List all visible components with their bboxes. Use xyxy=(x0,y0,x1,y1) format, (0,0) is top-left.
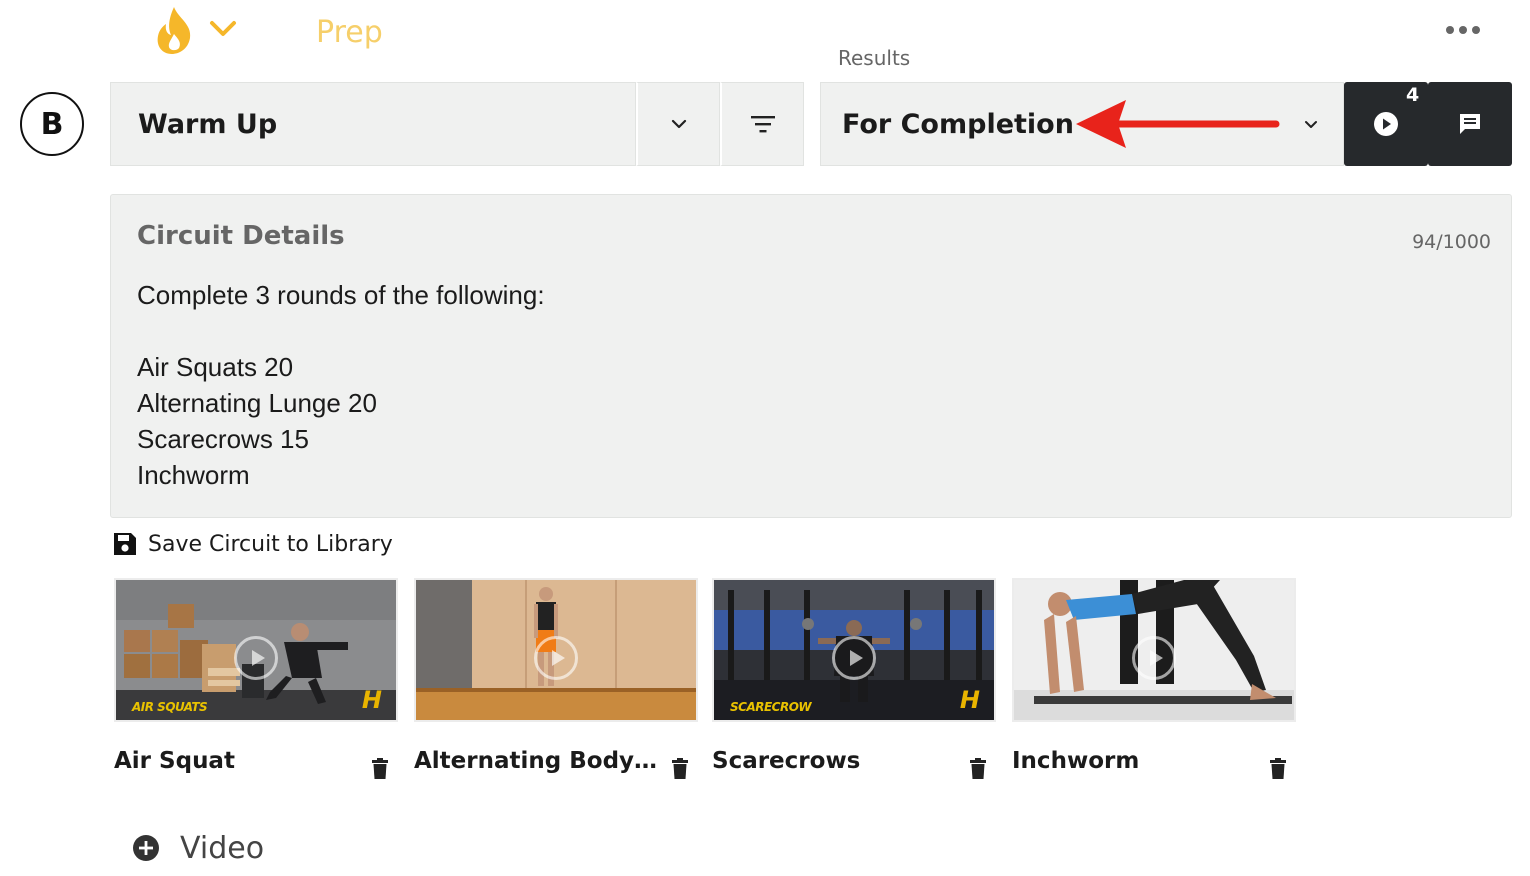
circuit-type-select[interactable]: Warm Up xyxy=(110,82,636,166)
save-circuit-to-library-button[interactable]: Save Circuit to Library xyxy=(112,526,393,562)
annotation-arrow-icon xyxy=(1076,100,1280,148)
more-options-icon[interactable] xyxy=(1446,18,1484,42)
trash-icon[interactable] xyxy=(970,758,986,780)
thumbnail-caption: SCARECROW xyxy=(730,700,812,714)
video-card: AIR SQUATS H Air Squat xyxy=(114,578,398,779)
results-label: Results xyxy=(838,46,911,70)
trash-icon[interactable] xyxy=(1270,758,1286,780)
circuit-details-panel[interactable]: Circuit Details 94/1000 Complete 3 round… xyxy=(110,194,1512,518)
video-title: Air Squat xyxy=(114,748,235,774)
filter-button[interactable] xyxy=(720,82,804,166)
play-icon xyxy=(1132,636,1176,680)
media-count-badge: 4 xyxy=(1406,84,1420,106)
video-title: Inchworm xyxy=(1012,748,1140,774)
add-video-label: Video xyxy=(180,830,265,866)
trash-icon[interactable] xyxy=(672,758,688,780)
plus-circle-icon xyxy=(133,835,159,861)
video-thumbnail[interactable] xyxy=(414,578,698,722)
video-thumbnail[interactable]: SCARECROW H xyxy=(712,578,996,722)
chevron-down-icon xyxy=(671,119,686,129)
circuit-details-text[interactable]: Complete 3 rounds of the following: Air … xyxy=(137,277,1437,493)
avatar-initial: B xyxy=(40,106,64,142)
video-card: Inchworm xyxy=(1012,578,1296,779)
circuit-type-dropdown-button[interactable] xyxy=(636,82,720,166)
thumbnail-caption: AIR SQUATS xyxy=(132,700,208,714)
play-icon xyxy=(534,636,578,680)
circuit-details-title: Circuit Details xyxy=(137,221,345,251)
save-circuit-label: Save Circuit to Library xyxy=(148,531,393,557)
thumbnail-logo: H xyxy=(959,686,980,714)
video-title: Alternating Bodyw... xyxy=(414,748,662,774)
section-title-input[interactable] xyxy=(316,10,616,54)
play-icon xyxy=(234,636,278,680)
notes-button[interactable] xyxy=(1428,82,1512,166)
save-icon xyxy=(114,533,136,555)
video-card: SCARECROW H Scarecrows xyxy=(712,578,996,779)
character-count: 94/1000 xyxy=(1412,231,1491,253)
flame-icon[interactable] xyxy=(150,4,198,56)
circuit-type-value: Warm Up xyxy=(138,108,278,140)
chevron-down-icon[interactable] xyxy=(206,14,240,44)
thumbnail-logo: H xyxy=(361,686,382,714)
video-card: Alternating Bodyw... xyxy=(414,578,698,779)
add-video-button[interactable]: Video xyxy=(132,826,264,870)
video-thumbnail[interactable] xyxy=(1012,578,1296,722)
trash-icon[interactable] xyxy=(372,758,388,780)
avatar[interactable]: B xyxy=(20,92,84,156)
message-icon xyxy=(1460,114,1480,134)
results-type-value: For Completion xyxy=(842,108,1074,140)
chevron-down-icon[interactable] xyxy=(1300,114,1322,136)
play-icon xyxy=(832,636,876,680)
video-thumbnail[interactable]: AIR SQUATS H xyxy=(114,578,398,722)
play-circle-icon xyxy=(1374,112,1398,136)
filter-icon xyxy=(750,116,775,133)
video-title: Scarecrows xyxy=(712,748,861,774)
